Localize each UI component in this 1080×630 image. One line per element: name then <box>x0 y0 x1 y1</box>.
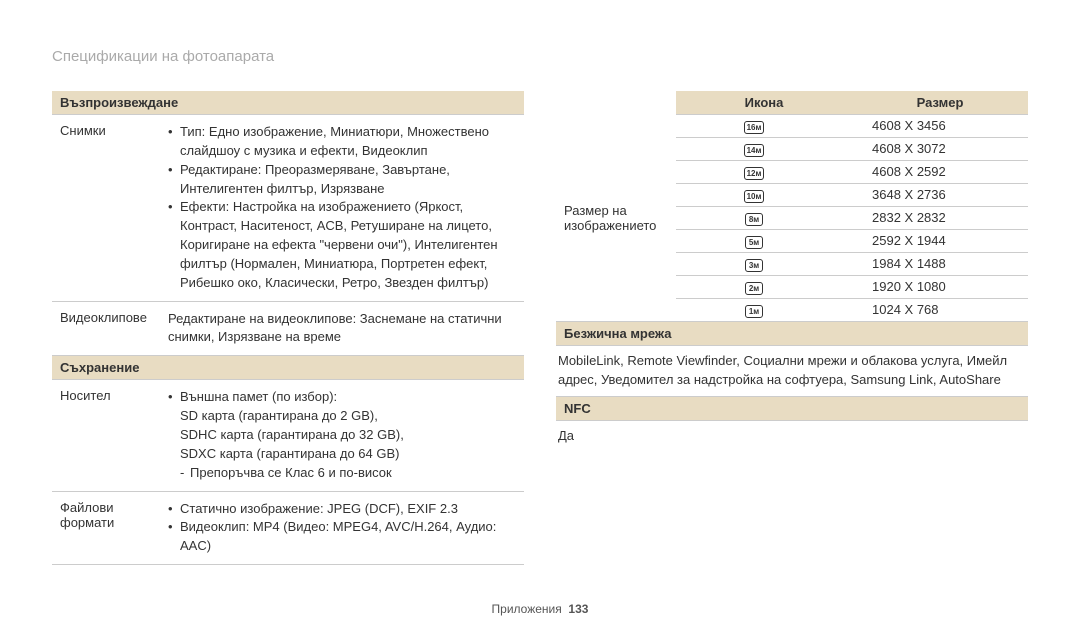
image-size-inner: 16м 4608 X 3456 14м 4608 X 3072 12м 4608… <box>676 115 1028 321</box>
size-value: 4608 X 3072 <box>832 141 1028 157</box>
size-value: 4608 X 2592 <box>832 164 1028 180</box>
image-size-side-label: Размер на изображението <box>556 115 676 321</box>
bullet: Видеоклип: MP4 (Видео: MPEG4, AVC/H.264,… <box>168 518 518 556</box>
size-row: 3м 1984 X 1488 <box>676 252 1028 275</box>
left-column: Възпроизвеждане Снимки Тип: Едно изображ… <box>52 91 524 565</box>
row-formats-value: Статично изображение: JPEG (DCF), EXIF 2… <box>162 498 524 559</box>
size-row: 5м 2592 X 1944 <box>676 229 1028 252</box>
size-row: 16м 4608 X 3456 <box>676 115 1028 137</box>
size-row: 2м 1920 X 1080 <box>676 275 1028 298</box>
row-formats-label: Файлови формати <box>52 498 162 559</box>
row-photos-label: Снимки <box>52 121 162 295</box>
bullet: Редактиране: Преоразмеряване, Завъртане,… <box>168 161 518 199</box>
row-media: Носител Външна памет (по избор): SD карт… <box>52 380 524 491</box>
size-value: 3648 X 2736 <box>832 187 1028 203</box>
icon-size-header: Икона Размер <box>676 91 1028 115</box>
bullet: Ефекти: Настройка на изображението (Ярко… <box>168 198 518 292</box>
image-size-rows: Размер на изображението 16м 4608 X 3456 … <box>556 115 1028 322</box>
bullet: Тип: Едно изображение, Миниатюри, Множес… <box>168 123 518 161</box>
bullet: Външна памет (по избор): SD карта (гаран… <box>168 388 518 463</box>
sub-bullet: Препоръчва се Клас 6 и по-висок <box>168 464 518 483</box>
bullet: Статично изображение: JPEG (DCF), EXIF 2… <box>168 500 518 519</box>
mp-icon: 16м <box>744 121 765 134</box>
row-photos-value: Тип: Едно изображение, Миниатюри, Множес… <box>162 121 524 295</box>
row-formats: Файлови формати Статично изображение: JP… <box>52 492 524 566</box>
image-size-side-label-spacer <box>556 91 676 115</box>
size-row: 12м 4608 X 2592 <box>676 160 1028 183</box>
footer-label: Приложения <box>492 602 562 616</box>
mp-icon: 12м <box>744 167 765 180</box>
size-value: 1984 X 1488 <box>832 256 1028 272</box>
row-videos: Видеоклипове Редактиране на видеоклипове… <box>52 302 524 357</box>
wireless-header: Безжична мрежа <box>556 322 1028 346</box>
section-storage-header: Съхранение <box>52 356 524 380</box>
nfc-text: Да <box>556 421 1028 452</box>
mp-icon: 14м <box>744 144 765 157</box>
wireless-text: MobileLink, Remote Viewfinder, Социални … <box>556 346 1028 397</box>
row-videos-label: Видеоклипове <box>52 308 162 350</box>
right-column: Икона Размер Размер на изображението 16м… <box>556 91 1028 565</box>
size-value: 2832 X 2832 <box>832 210 1028 226</box>
mp-icon: 2м <box>745 282 763 295</box>
size-value: 4608 X 3456 <box>832 118 1028 134</box>
row-photos: Снимки Тип: Едно изображение, Миниатюри,… <box>52 115 524 302</box>
mp-icon: 10м <box>744 190 765 203</box>
row-videos-value: Редактиране на видеоклипове: Заснемане н… <box>162 308 524 350</box>
size-col-header: Размер <box>852 91 1028 114</box>
size-row: 14м 4608 X 3072 <box>676 137 1028 160</box>
row-media-label: Носител <box>52 386 162 484</box>
size-row: 1м 1024 X 768 <box>676 298 1028 321</box>
mp-icon: 3м <box>745 259 763 272</box>
mp-icon: 1м <box>745 305 763 318</box>
size-row: 10м 3648 X 2736 <box>676 183 1028 206</box>
nfc-header: NFC <box>556 397 1028 421</box>
size-row: 8м 2832 X 2832 <box>676 206 1028 229</box>
page-title: Спецификации на фотоапарата <box>52 48 1028 65</box>
footer-page-number: 133 <box>568 602 588 616</box>
size-value: 2592 X 1944 <box>832 233 1028 249</box>
row-media-value: Външна памет (по избор): SD карта (гаран… <box>162 386 524 484</box>
page-footer: Приложения 133 <box>0 602 1080 616</box>
icon-col-header: Икона <box>676 91 852 114</box>
image-size-block: Икона Размер <box>556 91 1028 115</box>
section-playback-header: Възпроизвеждане <box>52 91 524 115</box>
columns: Възпроизвеждане Снимки Тип: Едно изображ… <box>52 91 1028 565</box>
mp-icon: 8м <box>745 213 763 226</box>
size-value: 1024 X 768 <box>832 302 1028 318</box>
mp-icon: 5м <box>745 236 763 249</box>
size-value: 1920 X 1080 <box>832 279 1028 295</box>
